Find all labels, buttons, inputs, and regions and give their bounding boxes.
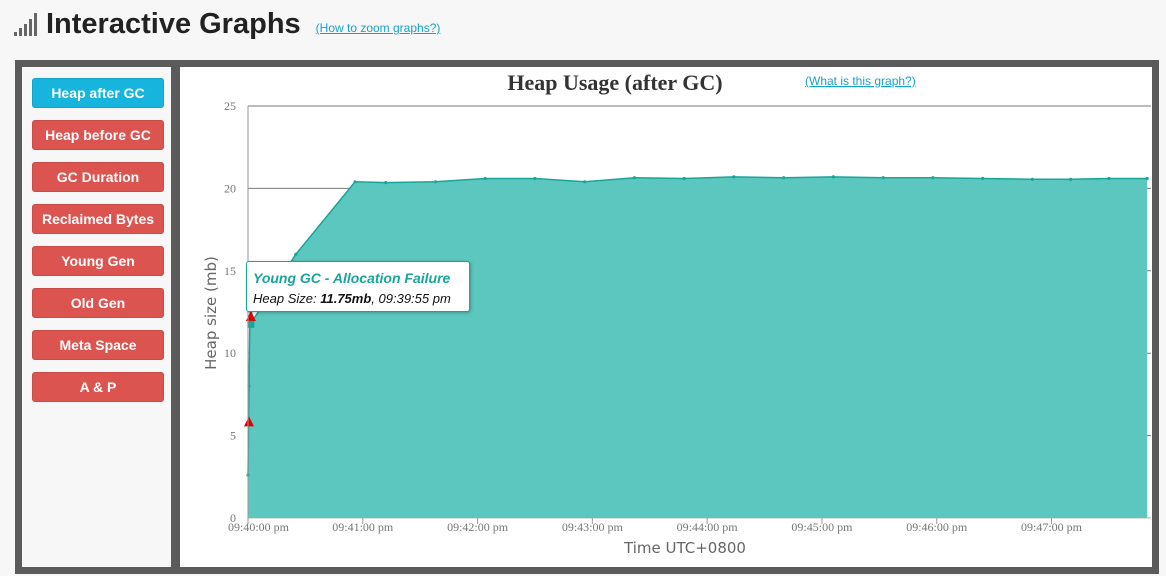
- x-tick-label: 09:47:00 pm: [1021, 520, 1083, 534]
- graph-frame: Heap after GC Heap before GC GC Duration…: [15, 60, 1159, 574]
- data-point: [881, 176, 885, 180]
- data-point: [732, 175, 736, 179]
- data-point: [632, 176, 637, 180]
- meta-space-button[interactable]: Meta Space: [32, 330, 164, 360]
- data-point: [682, 176, 686, 181]
- y-tick-label: 25: [224, 99, 236, 113]
- data-point: [1107, 176, 1111, 181]
- gc-duration-button[interactable]: GC Duration: [32, 162, 164, 192]
- data-point: [294, 252, 298, 256]
- chart-title: Heap Usage (after GC): [507, 70, 722, 95]
- data-point: [831, 175, 836, 179]
- tooltip-title: Young GC - Allocation Failure: [253, 270, 451, 286]
- data-point: [782, 176, 786, 180]
- data-point: [1145, 176, 1149, 181]
- heap-area-fill: [248, 176, 1148, 518]
- x-tick-label: 09:40:00 pm: [228, 520, 290, 534]
- young-gen-button[interactable]: Young Gen: [32, 246, 164, 276]
- data-point: [981, 176, 985, 181]
- old-gen-button[interactable]: Old Gen: [32, 288, 164, 318]
- data-tooltip: Young GC - Allocation Failure Heap Size:…: [246, 261, 470, 312]
- tooltip-time: , 09:39:55 pm: [371, 291, 451, 306]
- y-tick-label: 0: [230, 511, 236, 525]
- signal-bars-icon: [14, 12, 37, 36]
- heap-area-series: [246, 175, 1149, 518]
- data-point: [931, 176, 935, 180]
- heap-usage-chart[interactable]: Heap Usage (after GC) (What is this grap…: [180, 67, 1152, 567]
- data-point: [533, 176, 537, 181]
- what-is-this-graph-link[interactable]: (What is this graph?): [805, 74, 916, 88]
- y-tick-label: 20: [224, 181, 236, 195]
- y-tick-label: 5: [230, 429, 236, 443]
- x-axis-title: Time UTC+0800: [623, 539, 746, 557]
- y-tick-label: 15: [224, 264, 236, 278]
- x-tick-label: 09:44:00 pm: [677, 520, 739, 534]
- x-tick-label: 09:42:00 pm: [447, 520, 509, 534]
- sidebar: Heap after GC Heap before GC GC Duration…: [22, 67, 171, 567]
- x-tick-label: 09:45:00 pm: [791, 520, 853, 534]
- data-point: [1069, 177, 1073, 181]
- heap-after-gc-button[interactable]: Heap after GC: [32, 78, 164, 108]
- data-point: [353, 180, 357, 184]
- chart-panel: Heap Usage (after GC) (What is this grap…: [180, 67, 1152, 567]
- x-tick-label: 09:46:00 pm: [906, 520, 968, 534]
- data-point: [433, 180, 438, 184]
- reclaimed-bytes-button[interactable]: Reclaimed Bytes: [32, 204, 164, 234]
- data-point: [384, 181, 388, 185]
- heap-before-gc-button[interactable]: Heap before GC: [32, 120, 164, 150]
- x-tick-label: 09:41:00 pm: [332, 520, 394, 534]
- y-tick-label: 10: [224, 346, 236, 360]
- gc-event-marker: [245, 310, 256, 321]
- a-and-p-button[interactable]: A & P: [32, 372, 164, 402]
- tooltip-value: 11.75mb: [320, 291, 372, 306]
- x-tick-label: 09:43:00 pm: [562, 520, 624, 534]
- data-point: [483, 176, 487, 181]
- y-axis-title: Heap size (mb): [202, 256, 220, 370]
- tooltip-label: Heap Size:: [253, 291, 317, 306]
- tooltip-body: Heap Size: 11.75mb, 09:39:55 pm: [253, 291, 451, 306]
- page-header: Interactive Graphs (How to zoom graphs?): [14, 6, 440, 42]
- page-title: Interactive Graphs: [46, 7, 301, 40]
- zoom-help-link[interactable]: (How to zoom graphs?): [316, 21, 441, 35]
- data-point: [1030, 177, 1034, 181]
- data-point: [583, 180, 587, 184]
